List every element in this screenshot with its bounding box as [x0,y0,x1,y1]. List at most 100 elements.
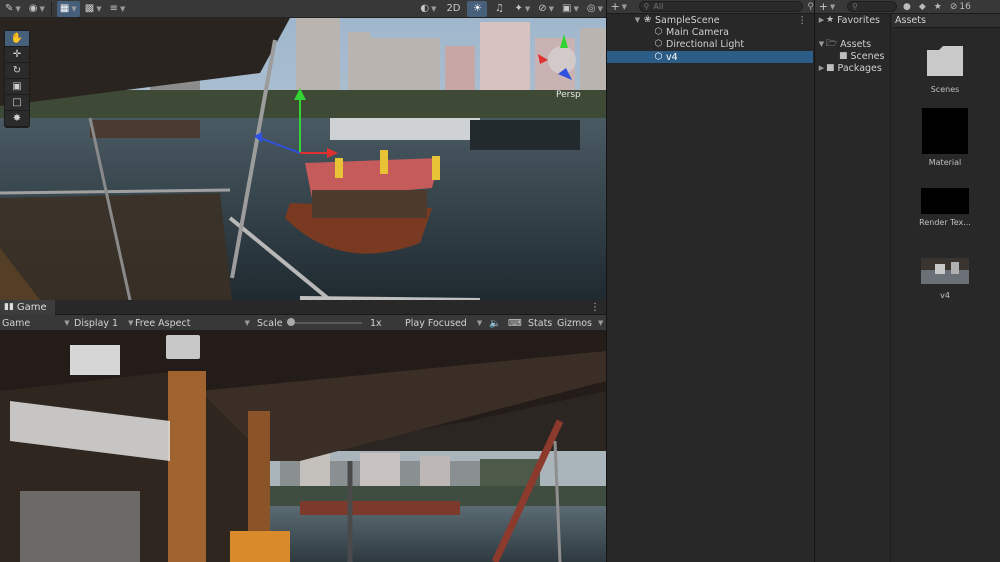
cube-icon: ⬡ [654,27,663,37]
camera-icon[interactable]: ▣ ▼ [559,1,582,17]
scene-name: SampleScene [655,14,720,26]
mute-audio-icon[interactable]: 🔈 [489,316,501,330]
display-label: Display 1 [74,317,119,329]
persp-label[interactable]: Persp [556,90,581,100]
hierarchy-panel: + ▼ ⚲ All ⚲ ▼ ❀ SampleScene ⋮ ⬡ Main Came… [606,0,814,562]
shading-icon[interactable]: ◐ ▼ [417,1,439,17]
hierarchy-toolbar: + ▼ ⚲ All ⚲ [607,0,814,14]
hand-tool-icon[interactable]: ✋ [5,31,29,47]
scene-viewport[interactable] [0,18,606,300]
scene-menu-icon[interactable]: ⋮ [798,15,808,26]
hierarchy-item-label: v4 [666,51,678,63]
scene-root[interactable]: ▼ ❀ SampleScene ⋮ [607,14,813,26]
favorite-star-icon[interactable]: ★ [934,2,942,12]
game-harbor-view [260,451,606,562]
scale-slider-handle[interactable] [287,318,295,326]
eye-slash-icon: ⊘ [949,1,958,12]
move-tool-icon[interactable]: ✛ [5,47,29,63]
gizmo-icon[interactable]: ◎ ▼ [584,1,606,17]
stats-button[interactable]: Stats [528,316,552,330]
hidden-icon[interactable]: ⊘ ▼ [535,1,557,17]
lighting-icon[interactable]: ☀ [467,0,488,17]
hierarchy-item-main-camera[interactable]: ⬡ Main Camera [607,26,813,38]
chevron-down-icon: ▼ [476,319,483,327]
tree-scenes-label: Scenes [850,50,885,62]
game-tab-menu-icon[interactable]: ⋮ [590,302,600,313]
hierarchy-search-placeholder: All [653,2,664,11]
gamepad-icon: ▮▮ [4,302,14,312]
scene-view[interactable]: ✎ ▼ ◉ ▼ ▦ ▼ ▩ ▼ ≡ ▼ ◐ ▼ 2D ☀ ♫ ✦ ▼ ⊘ ▼ ▣ ▼ ◎ ▼ [0,0,606,300]
game-view: ▮▮ Game ⋮ Game ▼ Display 1 ▼ Free Aspect… [0,299,606,562]
play-mode-label: Play Focused [405,317,467,329]
hierarchy-item-label: Main Camera [666,26,729,38]
brush-icon[interactable]: ✎ ▼ [2,1,24,17]
hierarchy-item-v4[interactable]: ⬡ v4 [607,51,813,63]
audio-icon[interactable]: ♫ [489,1,509,17]
snap-icon[interactable]: ▩ ▼ [82,1,105,17]
aspect-dropdown[interactable]: Free Aspect ▼ [135,316,250,330]
scale-tool-icon[interactable]: ▣ [5,79,29,95]
chevron-down-icon[interactable]: ▼ [633,16,642,24]
display-dropdown[interactable]: Display 1 ▼ [74,316,133,330]
create-asset-button[interactable]: + ▼ [815,0,839,14]
hierarchy-search-input[interactable]: ⚲ All [638,1,804,12]
gizmos-dropdown[interactable]: Gizmos ▼ [557,316,603,330]
mode-2d-button[interactable]: 2D [441,1,465,17]
game-mode-dropdown[interactable]: Game ▼ [2,316,70,330]
unity-scene-icon: ❀ [643,15,652,25]
play-mode-dropdown[interactable]: Play Focused ▼ [405,316,482,330]
chevron-right-icon[interactable]: ▶ [817,16,826,24]
search-options-icon[interactable]: ⚲ [807,2,814,12]
game-viewport[interactable] [0,331,606,562]
globe-icon[interactable]: ◉ ▼ [26,1,48,17]
chevron-down-icon: ▼ [64,319,70,327]
render-texture-thumbnail [921,188,969,214]
gizmos-label: Gizmos [557,317,593,329]
asset-scenes-folder[interactable]: Scenes [900,44,990,94]
tree-packages-label: Packages [837,62,882,74]
effects-icon[interactable]: ✦ ▼ [511,1,533,17]
tab-game-label: Game [16,301,47,313]
increment-icon[interactable]: ≡ ▼ [107,1,129,17]
keyboard-icon[interactable]: ⌨ [508,316,522,330]
asset-breadcrumb[interactable]: Assets [892,14,1000,28]
hidden-packages-button[interactable]: ⊘ 16 [950,2,971,12]
video-clip-thumbnail [921,258,969,284]
search-by-type-icon[interactable]: ● [903,2,911,12]
folder-open-icon: 🗁 [826,39,838,49]
chevron-down-icon[interactable]: ▼ [817,40,826,48]
folder-icon: ■ [826,63,835,73]
chevron-down-icon: ▼ [244,319,250,327]
grid-icon[interactable]: ▦ ▼ [56,0,80,17]
project-search-input[interactable]: ⚲ [847,1,897,12]
add-object-button[interactable]: + ▼ [607,0,631,14]
cube-icon: ⬡ [654,39,663,49]
scale-slider[interactable] [290,322,362,324]
asset-material[interactable]: Material [900,108,990,167]
hierarchy-item-directional-light[interactable]: ⬡ Directional Light [607,38,813,50]
chevron-right-icon[interactable]: ▶ [817,64,826,72]
tree-item-packages[interactable]: ▶ ■ Packages [817,62,882,74]
toolbar-divider [50,1,52,16]
tree-item-scenes[interactable]: ■ Scenes [839,50,884,62]
tab-game[interactable]: ▮▮ Game [0,299,55,315]
asset-label: Material [928,158,962,167]
cube-icon: ⬡ [654,52,663,62]
chevron-down-icon: ▼ [128,319,134,327]
favorites-label: Favorites [837,14,880,26]
tree-assets-label: Assets [840,38,872,50]
favorites-item[interactable]: ▶ ★ Favorites [817,14,880,26]
folder-icon: ■ [839,51,848,61]
asset-render-texture[interactable]: Render Tex... [900,188,990,227]
transform-tool-icon[interactable]: ✸ [5,111,29,127]
scale-value: 1x [370,317,382,329]
game-tab-bar: ▮▮ Game ⋮ [0,299,606,315]
rotate-tool-icon[interactable]: ↻ [5,63,29,79]
asset-v4-video[interactable]: v4 [900,258,990,300]
chevron-down-icon: ▼ [598,319,604,327]
scale-label: Scale [257,317,283,329]
project-panel: + ▼ ⚲ ● ◆ ★ ⊘ 16 ▶ ★ Favorites ▼ 🗁 Assets… [814,0,1000,562]
rect-tool-icon[interactable]: □ [5,95,29,111]
tree-item-assets[interactable]: ▼ 🗁 Assets [817,38,871,50]
search-by-label-icon[interactable]: ◆ [919,2,926,12]
